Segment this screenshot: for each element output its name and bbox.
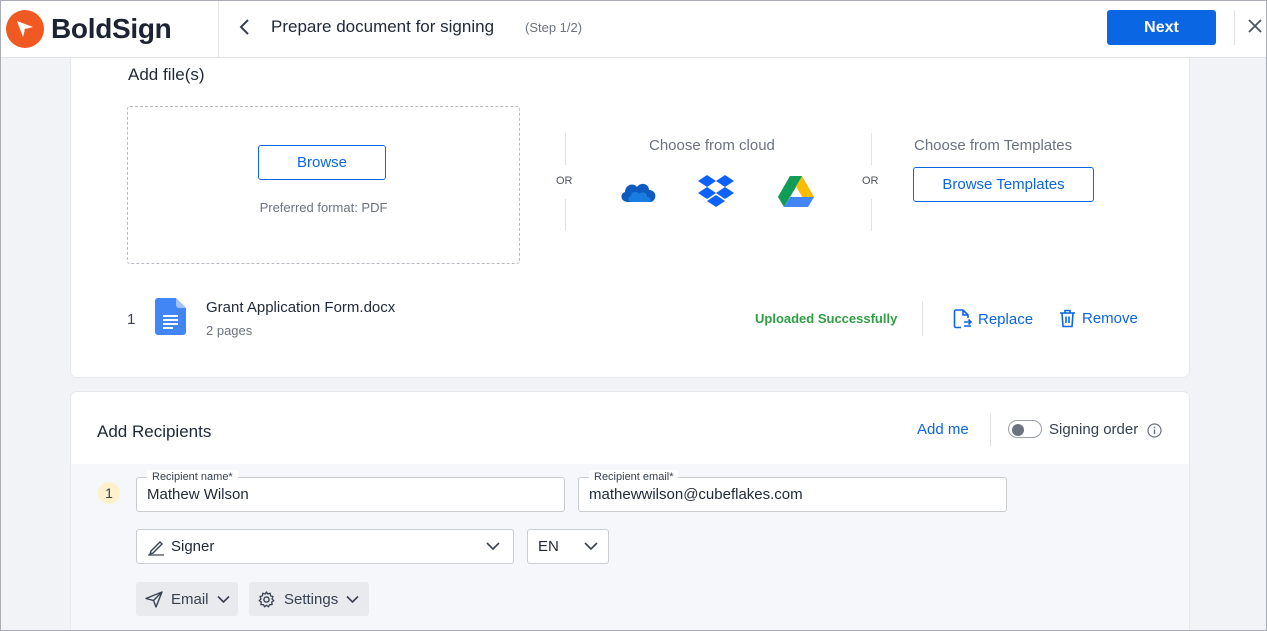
replace-label: Replace bbox=[978, 310, 1034, 328]
file-row-divider bbox=[922, 302, 923, 336]
brand-name: BoldSign bbox=[51, 13, 172, 44]
close-icon[interactable] bbox=[1246, 17, 1267, 39]
recipients-header-divider bbox=[990, 414, 991, 446]
divider-line bbox=[871, 133, 872, 165]
role-select[interactable]: Signer bbox=[136, 529, 514, 564]
gear-icon bbox=[258, 590, 275, 607]
divider-line bbox=[565, 133, 566, 165]
header-divider bbox=[218, 0, 219, 58]
recipient-name-value: Mathew Wilson bbox=[147, 486, 249, 503]
language-value: EN bbox=[538, 538, 559, 555]
choose-from-cloud-title: Choose from cloud bbox=[649, 137, 775, 154]
toggle-knob bbox=[1012, 424, 1024, 436]
divider-line bbox=[871, 199, 872, 231]
role-value: Signer bbox=[171, 538, 215, 555]
signing-order-label: Signing order bbox=[1049, 421, 1139, 438]
recipient-email-value: mathewwilson@cubeflakes.com bbox=[589, 486, 803, 503]
browse-templates-button[interactable]: Browse Templates bbox=[913, 167, 1094, 202]
or-label: OR bbox=[556, 175, 573, 187]
recipient-email-label: Recipient email* bbox=[589, 470, 679, 484]
top-header: BoldSign Prepare document for signing (S… bbox=[0, 0, 1267, 58]
language-select[interactable]: EN bbox=[527, 529, 609, 564]
recipient-name-label: Recipient name* bbox=[147, 470, 238, 484]
signing-order-toggle[interactable] bbox=[1008, 420, 1042, 438]
recipient-email-field[interactable]: Recipient email* mathewwilson@cubeflakes… bbox=[578, 470, 1007, 512]
or-label: OR bbox=[862, 175, 879, 187]
info-icon[interactable] bbox=[1147, 423, 1162, 443]
chevron-down-icon bbox=[486, 542, 500, 551]
replace-button[interactable]: Replace bbox=[953, 309, 1033, 329]
recipient-settings-dropdown[interactable]: Settings bbox=[249, 582, 369, 616]
onedrive-icon[interactable] bbox=[618, 178, 658, 209]
google-drive-icon[interactable] bbox=[777, 175, 815, 214]
boldsign-logo[interactable]: BoldSign bbox=[6, 10, 172, 48]
send-icon bbox=[145, 590, 163, 608]
step-indicator: (Step 1/2) bbox=[525, 20, 583, 35]
browse-button[interactable]: Browse bbox=[258, 145, 386, 180]
remove-label: Remove bbox=[1082, 310, 1138, 327]
file-name: Grant Application Form.docx bbox=[206, 299, 396, 316]
page-title: Prepare document for signing bbox=[271, 17, 495, 36]
logo-mark-icon bbox=[6, 10, 44, 48]
preferred-format-text: Preferred format: PDF bbox=[259, 200, 388, 215]
replace-file-icon bbox=[953, 309, 972, 329]
file-pages: 2 pages bbox=[206, 323, 253, 338]
delivery-method-label: Email bbox=[171, 590, 209, 608]
file-index: 1 bbox=[127, 311, 136, 328]
next-button[interactable]: Next bbox=[1107, 10, 1216, 45]
file-dropzone[interactable] bbox=[127, 106, 520, 264]
dropbox-icon[interactable] bbox=[697, 174, 735, 213]
back-arrow-icon[interactable] bbox=[234, 16, 256, 38]
trash-icon bbox=[1060, 309, 1075, 328]
recipient-index-badge: 1 bbox=[98, 482, 120, 504]
remove-button[interactable]: Remove bbox=[1059, 309, 1138, 328]
header-divider-right bbox=[1234, 10, 1235, 45]
document-file-icon bbox=[155, 298, 186, 340]
chevron-down-icon bbox=[216, 595, 230, 603]
recipient-name-field[interactable]: Recipient name* Mathew Wilson bbox=[136, 470, 565, 512]
chevron-down-icon bbox=[346, 595, 359, 603]
delivery-method-dropdown[interactable]: Email bbox=[136, 582, 238, 616]
signature-pen-icon bbox=[148, 541, 164, 556]
chevron-down-icon bbox=[584, 542, 598, 551]
settings-label: Settings bbox=[284, 590, 339, 608]
add-recipients-title: Add Recipients bbox=[97, 422, 212, 441]
choose-from-templates-title: Choose from Templates bbox=[914, 137, 1073, 154]
add-files-title: Add file(s) bbox=[128, 65, 205, 84]
divider-line bbox=[565, 199, 566, 231]
upload-status: Uploaded Successfully bbox=[755, 311, 898, 326]
add-me-button[interactable]: Add me bbox=[917, 421, 969, 438]
